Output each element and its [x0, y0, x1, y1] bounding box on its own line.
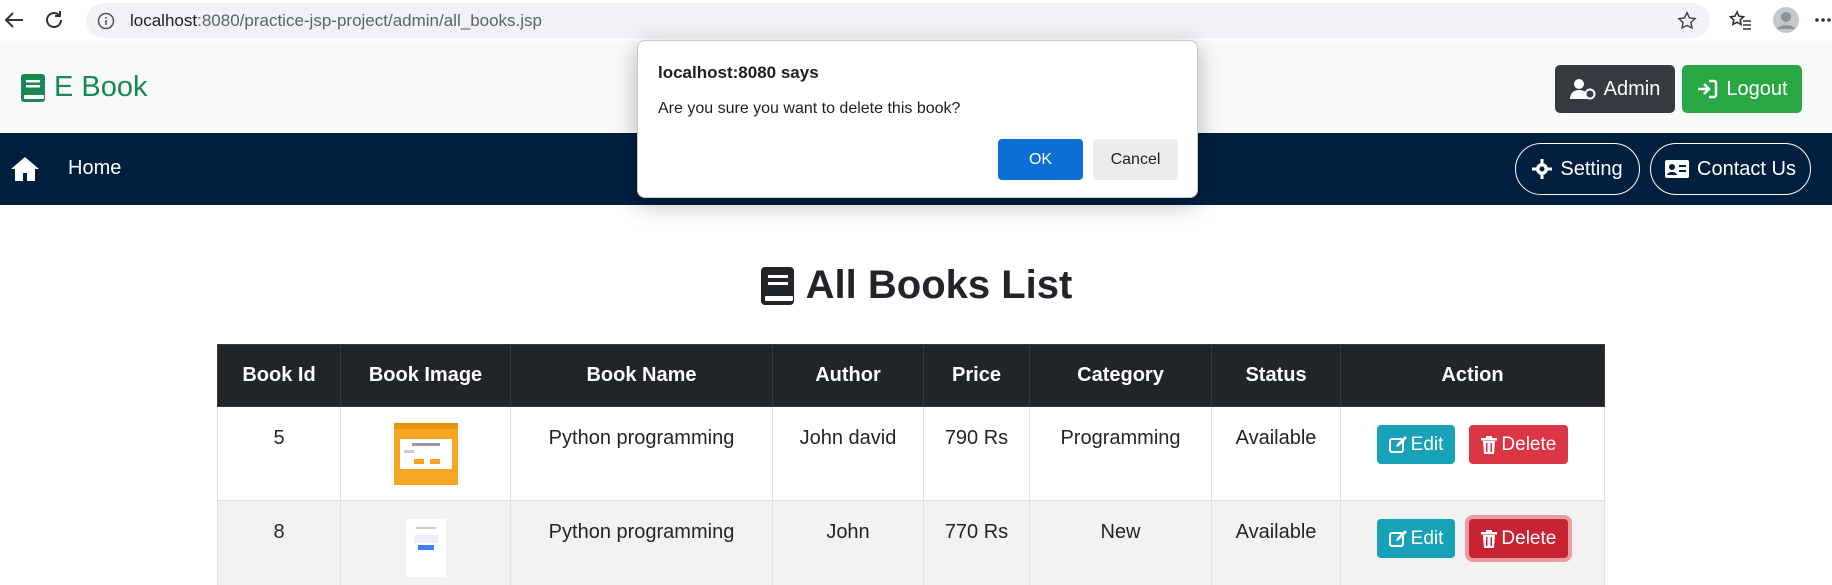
gear-icon	[1532, 159, 1553, 179]
favorites-icon[interactable]	[1725, 6, 1755, 34]
edit-icon	[1388, 435, 1407, 453]
book-id-cell: 8	[217, 500, 341, 585]
status-cell: Available	[1211, 500, 1341, 585]
address-card-icon	[1665, 160, 1690, 178]
delete-label: Delete	[1501, 433, 1557, 455]
books-table: Book Id Book Image Book Name Author Pric…	[217, 344, 1605, 585]
status-cell: Available	[1211, 406, 1341, 501]
category-cell: New	[1029, 500, 1212, 585]
back-arrow-icon[interactable]	[0, 6, 28, 34]
table-header-row: Book Id Book Image Book Name Author Pric…	[217, 344, 1605, 407]
delete-button[interactable]: Delete	[1469, 519, 1569, 558]
setting-label: Setting	[1560, 157, 1623, 180]
author-cell: John	[772, 500, 924, 585]
book-id-cell: 5	[217, 406, 341, 501]
brand-name: E Book	[54, 71, 148, 103]
column-header: Book Name	[510, 344, 773, 407]
url-text: localhost:8080/practice-jsp-project/admi…	[130, 11, 542, 31]
cancel-button[interactable]: Cancel	[1093, 139, 1178, 180]
category-cell: Programming	[1029, 406, 1212, 501]
edit-button[interactable]: Edit	[1376, 519, 1456, 558]
table-row: 5 Python programming John david 790 Rs P…	[217, 406, 1605, 501]
price-cell: 770 Rs	[923, 500, 1030, 585]
site-info-icon[interactable]	[96, 11, 116, 31]
column-header: Price	[923, 344, 1030, 407]
price-cell: 790 Rs	[923, 406, 1030, 501]
admin-label: Admin	[1603, 77, 1661, 100]
logout-label: Logout	[1726, 77, 1788, 100]
page-title-text: All Books List	[805, 263, 1073, 307]
logout-button[interactable]: Logout	[1682, 65, 1802, 113]
bookmark-star-icon[interactable]	[1676, 10, 1698, 37]
column-header: Category	[1029, 344, 1212, 407]
browser-toolbar: localhost:8080/practice-jsp-project/admi…	[0, 0, 1832, 41]
column-header: Status	[1211, 344, 1341, 407]
edit-label: Edit	[1410, 527, 1444, 549]
book-image-cell	[340, 500, 511, 585]
sign-in-icon	[1698, 79, 1718, 99]
reload-icon[interactable]	[40, 6, 68, 34]
action-cell: Edit Delete	[1340, 406, 1605, 501]
ok-button[interactable]: OK	[998, 139, 1083, 180]
book-thumbnail	[393, 423, 458, 485]
confirm-dialog: localhost:8080 says Are you sure you wan…	[637, 40, 1198, 198]
trash-icon	[1481, 529, 1498, 548]
more-menu-icon[interactable]	[1814, 6, 1832, 34]
column-header: Book Image	[340, 344, 511, 407]
book-icon	[760, 266, 794, 305]
brand-logo[interactable]: E Book	[20, 71, 148, 104]
page-title: All Books List	[0, 263, 1832, 308]
edit-icon	[1388, 529, 1407, 547]
contact-label: Contact Us	[1697, 157, 1796, 180]
url-path: :8080/practice-jsp-project/admin/all_boo…	[197, 10, 543, 30]
user-gear-icon	[1569, 79, 1596, 100]
book-thumbnail	[393, 517, 458, 579]
contact-us-button[interactable]: Contact Us	[1650, 143, 1811, 195]
dialog-message: Are you sure you want to delete this boo…	[658, 100, 961, 117]
delete-button[interactable]: Delete	[1469, 425, 1569, 464]
book-icon	[21, 73, 45, 102]
author-cell: John david	[772, 406, 924, 501]
book-name-cell: Python programming	[510, 406, 773, 501]
dialog-title: localhost:8080 says	[658, 63, 819, 82]
action-cell: Edit Delete	[1340, 500, 1605, 585]
column-header: Author	[772, 344, 924, 407]
url-host: localhost	[130, 10, 198, 30]
table-row: 8 Python programming John 770 Rs New Ava…	[217, 500, 1605, 585]
edit-label: Edit	[1410, 433, 1444, 455]
nav-home-link[interactable]: Home	[68, 157, 121, 180]
delete-label: Delete	[1501, 527, 1557, 549]
book-name-cell: Python programming	[510, 500, 773, 585]
profile-avatar-icon[interactable]	[1770, 6, 1802, 34]
book-image-cell	[340, 406, 511, 501]
trash-icon	[1481, 435, 1498, 454]
address-bar[interactable]: localhost:8080/practice-jsp-project/admi…	[86, 3, 1710, 38]
column-header: Book Id	[217, 344, 341, 407]
edit-button[interactable]: Edit	[1376, 425, 1456, 464]
setting-button[interactable]: Setting	[1515, 143, 1640, 195]
home-icon[interactable]	[10, 155, 40, 183]
column-header: Action	[1340, 344, 1605, 407]
admin-button[interactable]: Admin	[1555, 65, 1675, 113]
